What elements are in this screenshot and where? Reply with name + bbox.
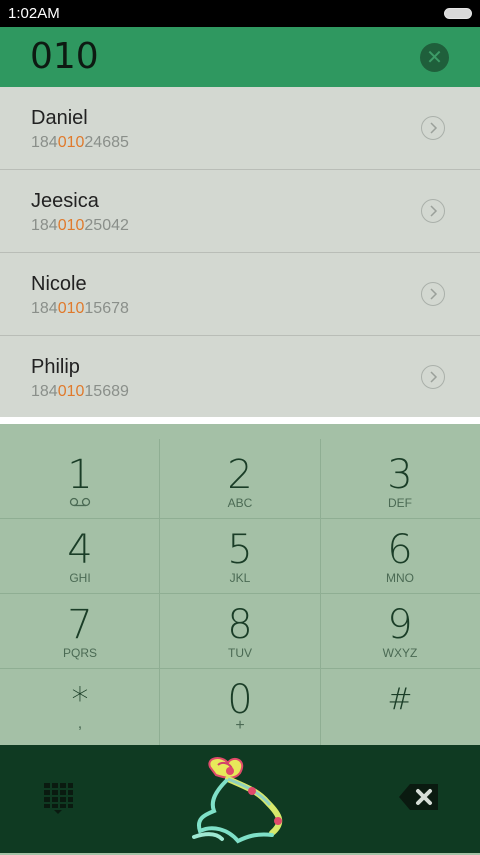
number-match: 010 bbox=[57, 217, 85, 234]
contact-name: Nicole bbox=[31, 273, 87, 295]
call-button[interactable] bbox=[188, 751, 292, 855]
key-letters: , bbox=[77, 715, 83, 732]
dial-header: 010 ✕ bbox=[0, 27, 480, 87]
contact-number: 18401025042 bbox=[31, 217, 129, 235]
key-letters: JKL bbox=[229, 571, 251, 585]
voicemail-icon bbox=[0, 496, 160, 510]
key-digit: 7 bbox=[67, 602, 93, 648]
dialpad-icon[interactable] bbox=[42, 781, 74, 819]
key-5[interactable]: 5 JKL bbox=[160, 519, 320, 595]
contact-number: 18401015678 bbox=[31, 300, 129, 318]
clear-icon[interactable]: ✕ bbox=[420, 43, 449, 72]
contact-name: Daniel bbox=[31, 107, 88, 129]
number-suffix: 25042 bbox=[84, 217, 129, 234]
key-letters: ABC bbox=[227, 496, 253, 510]
key-letters: MNO bbox=[386, 571, 414, 585]
key-3[interactable]: 3 DEF bbox=[320, 442, 480, 518]
key-digit: 4 bbox=[67, 527, 93, 573]
key-letters: TUV bbox=[228, 646, 252, 660]
key-digit: 0 bbox=[227, 677, 253, 723]
key-letters: DEF bbox=[388, 496, 412, 510]
backspace-icon[interactable] bbox=[398, 783, 440, 815]
key-1[interactable]: 1 bbox=[0, 442, 160, 518]
key-4[interactable]: 4 GHI bbox=[0, 519, 160, 595]
key-8[interactable]: 8 TUV bbox=[160, 594, 320, 670]
bottom-action-bar bbox=[0, 745, 480, 853]
contact-row[interactable]: Philip 18401015689 bbox=[0, 336, 480, 418]
number-prefix: 184 bbox=[31, 383, 58, 400]
key-digit: # bbox=[387, 682, 413, 717]
contact-row[interactable]: Jeesica 18401025042 bbox=[0, 170, 480, 253]
contact-row[interactable]: Nicole 18401015678 bbox=[0, 253, 480, 336]
key-letters: + bbox=[235, 717, 245, 734]
contact-name: Philip bbox=[31, 356, 80, 378]
key-0[interactable]: 0 + bbox=[160, 669, 320, 745]
key-digit: 1 bbox=[67, 452, 93, 498]
contact-results-list: Daniel 18401024685 Jeesica 18401025042 N… bbox=[0, 87, 480, 417]
chevron-right-circle-icon[interactable] bbox=[421, 116, 445, 140]
key-9[interactable]: 9 WXYZ bbox=[320, 594, 480, 670]
list-divider bbox=[0, 417, 480, 424]
key-digit: 8 bbox=[227, 602, 253, 648]
key-7[interactable]: 7 PQRS bbox=[0, 594, 160, 670]
number-prefix: 184 bbox=[31, 217, 58, 234]
status-time: 1:02AM bbox=[8, 5, 60, 22]
chevron-right-circle-icon[interactable] bbox=[421, 282, 445, 306]
dialed-number[interactable]: 010 bbox=[30, 36, 99, 77]
number-suffix: 24685 bbox=[84, 134, 129, 151]
number-match: 010 bbox=[57, 134, 85, 151]
key-6[interactable]: 6 MNO bbox=[320, 519, 480, 595]
number-suffix: 15678 bbox=[84, 300, 129, 317]
key-2[interactable]: 2 ABC bbox=[160, 442, 320, 518]
number-prefix: 184 bbox=[31, 300, 58, 317]
number-match: 010 bbox=[57, 300, 85, 317]
chevron-right-circle-icon[interactable] bbox=[421, 199, 445, 223]
dial-keypad: 1 2 ABC 3 DEF 4 GHI 5 JKL 6 MNO 7 PQRS 8… bbox=[0, 424, 480, 745]
key-digit: * bbox=[71, 680, 89, 720]
key-digit: 9 bbox=[387, 602, 413, 648]
call-icon bbox=[192, 757, 283, 844]
number-suffix: 15689 bbox=[84, 383, 129, 400]
contact-row[interactable]: Daniel 18401024685 bbox=[0, 87, 480, 170]
number-prefix: 184 bbox=[31, 134, 58, 151]
chevron-right-circle-icon[interactable] bbox=[421, 365, 445, 389]
key-digit: 2 bbox=[227, 452, 253, 498]
key-digit: 5 bbox=[227, 527, 253, 573]
battery-icon bbox=[444, 8, 472, 19]
contact-name: Jeesica bbox=[31, 190, 99, 212]
contact-number: 18401015689 bbox=[31, 383, 129, 401]
key-letters: WXYZ bbox=[382, 646, 418, 660]
key-star[interactable]: * , bbox=[0, 669, 160, 745]
key-letters: GHI bbox=[69, 571, 91, 585]
key-hash[interactable]: # bbox=[320, 669, 480, 745]
contact-number: 18401024685 bbox=[31, 134, 129, 152]
key-digit: 6 bbox=[387, 527, 413, 573]
number-match: 010 bbox=[57, 383, 85, 400]
key-letters: PQRS bbox=[62, 646, 97, 660]
status-bar: 1:02AM bbox=[0, 0, 480, 27]
key-digit: 3 bbox=[387, 452, 413, 498]
